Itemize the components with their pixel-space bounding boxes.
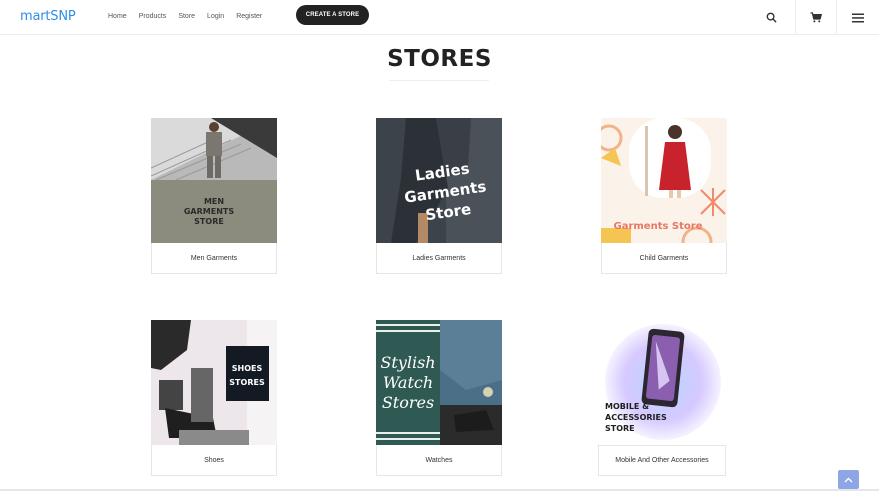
store-card-child-garments[interactable]: Garments Store Child Garments (601, 118, 727, 274)
brand-logo[interactable]: martSNP (20, 9, 76, 24)
store-name-shoes[interactable]: Shoes (151, 445, 277, 476)
top-navbar: martSNP Home Products Store Login Regist… (0, 0, 879, 35)
store-image-shoes: SHOES STORES (151, 320, 277, 445)
page-title: STORES (387, 46, 492, 72)
shoes-image-line-1: SHOES (232, 364, 263, 373)
main-menu: Home Products Store Login Register (108, 13, 274, 20)
men-image-line-3: STORE (194, 217, 224, 226)
store-image-ladies-garments: Ladies Garments Store (376, 118, 502, 243)
shoes-image-line-2: STORES (229, 378, 265, 387)
search-button[interactable] (759, 0, 783, 35)
menu-icon (852, 13, 864, 22)
men-image-line-1: MEN (204, 197, 224, 206)
store-image-men-garments: MEN GARMENTS STORE (151, 118, 277, 243)
nav-link-register[interactable]: Register (236, 13, 262, 20)
mobile-image-line-3: STORE (605, 424, 635, 433)
child-image-text: Garments Store (614, 221, 703, 232)
men-image-line-2: GARMENTS (184, 207, 234, 216)
watches-image-line-1: Stylish (380, 353, 435, 372)
store-name-watches[interactable]: Watches (376, 445, 502, 476)
watches-image-line-3: Stores (382, 393, 434, 412)
title-underline (389, 80, 489, 81)
store-card-ladies-garments[interactable]: Ladies Garments Store Ladies Garments (376, 118, 502, 274)
mobile-image-line-2: ACCESSORIES (605, 413, 667, 422)
store-card-men-garments[interactable]: MEN GARMENTS STORE Men Garments (151, 118, 277, 274)
cart-icon (810, 12, 822, 23)
create-store-button[interactable]: CREATE A STORE (296, 5, 369, 25)
nav-link-home[interactable]: Home (108, 13, 127, 20)
store-card-mobile-accessories[interactable]: MOBILE & ACCESSORIES STORE Mobile And Ot… (598, 320, 727, 476)
store-name-men-garments[interactable]: Men Garments (151, 243, 277, 274)
store-name-mobile-accessories[interactable]: Mobile And Other Accessories (598, 445, 726, 476)
cart-button[interactable] (795, 0, 837, 35)
watches-image-line-2: Watch (383, 373, 433, 392)
mobile-image-line-1: MOBILE & (605, 402, 649, 411)
store-card-watches[interactable]: Stylish Watch Stores Watches (376, 320, 502, 476)
hamburger-menu-button[interactable] (837, 0, 879, 35)
store-image-mobile-accessories: MOBILE & ACCESSORIES STORE (599, 320, 727, 445)
nav-link-login[interactable]: Login (207, 13, 224, 20)
store-card-shoes[interactable]: SHOES STORES Shoes (151, 320, 277, 476)
store-image-child-garments: Garments Store (601, 118, 727, 243)
search-icon (766, 12, 777, 23)
store-name-ladies-garments[interactable]: Ladies Garments (376, 243, 502, 274)
nav-link-products[interactable]: Products (139, 13, 167, 20)
store-name-child-garments[interactable]: Child Garments (601, 243, 727, 274)
scroll-to-top-button[interactable] (838, 470, 859, 489)
store-image-watches: Stylish Watch Stores (376, 320, 502, 445)
nav-link-store[interactable]: Store (178, 13, 195, 20)
chevron-up-icon (844, 477, 853, 482)
